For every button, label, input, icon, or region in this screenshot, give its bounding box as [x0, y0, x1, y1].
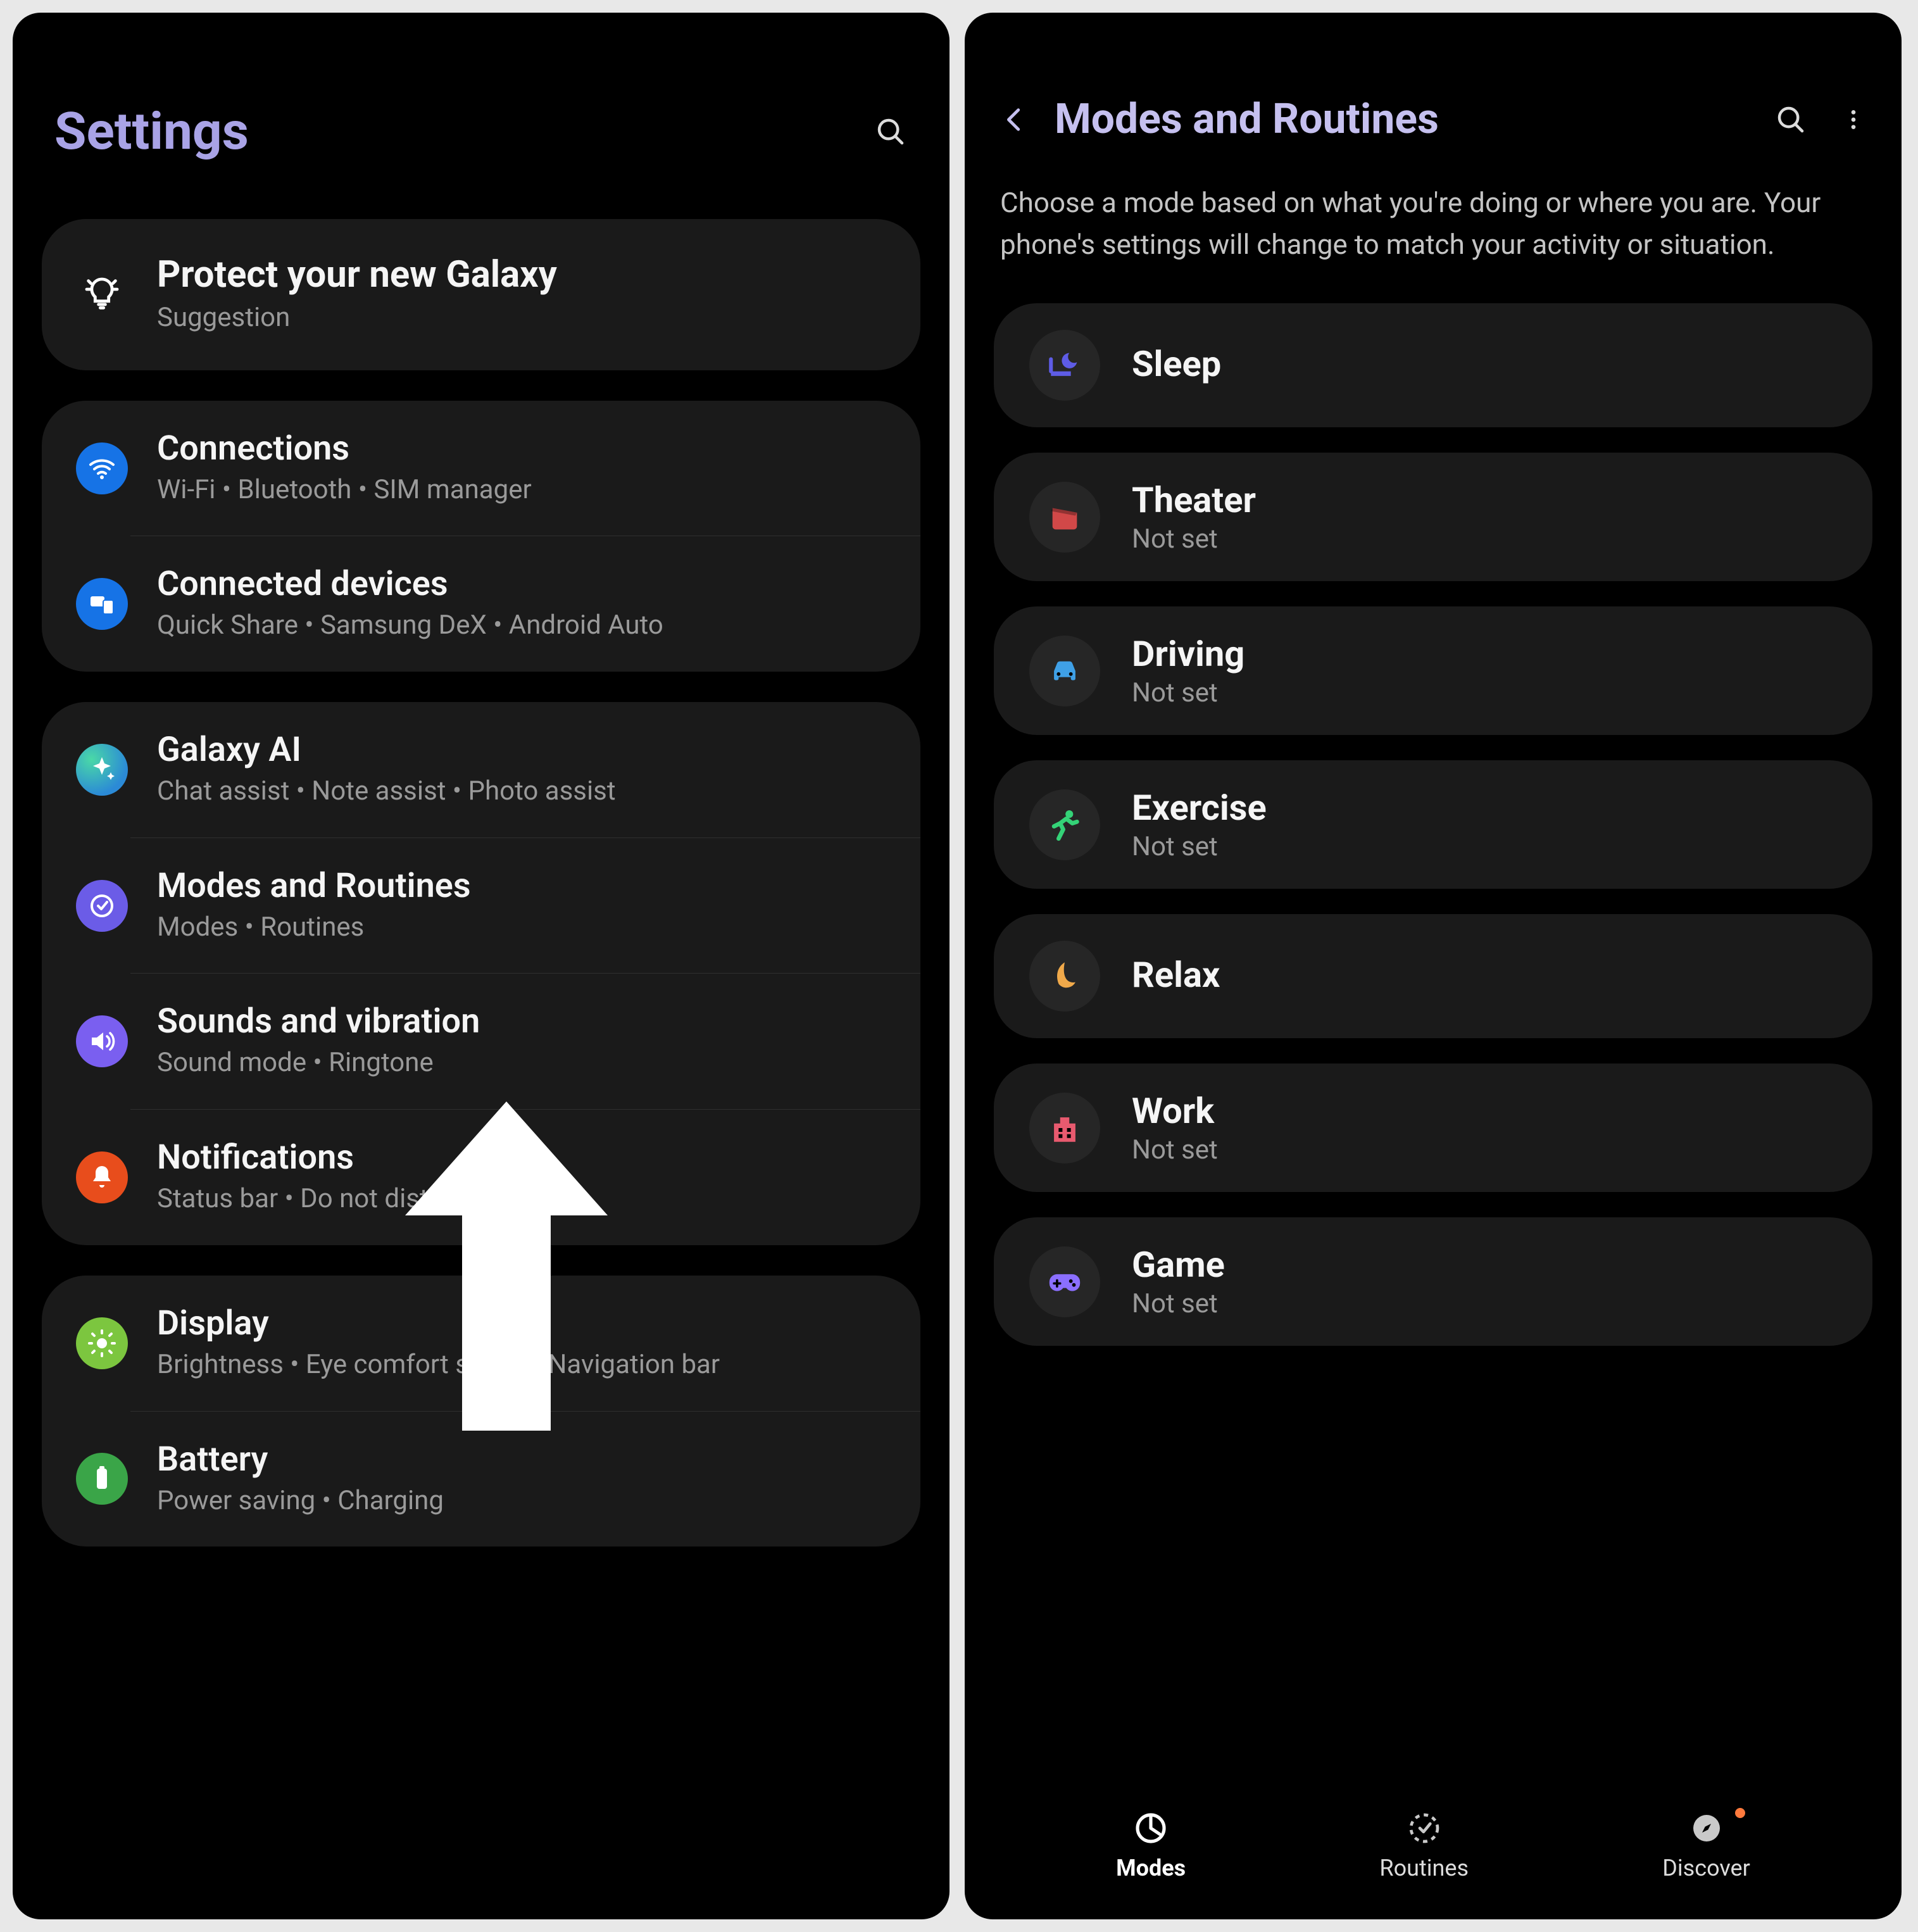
row-subtitle: Power saving • Charging: [157, 1483, 886, 1519]
row-title: Modes and Routines: [157, 866, 886, 906]
row-subtitle: Brightness • Eye comfort shield • Naviga…: [157, 1347, 886, 1383]
sparkle-icon: [76, 744, 128, 796]
settings-screen: Settings Protect your new Galaxy Suggest…: [13, 13, 950, 1919]
mode-item-relax[interactable]: Relax: [994, 914, 1872, 1038]
nav-label: Modes: [1116, 1855, 1186, 1881]
mode-subtitle: Not set: [1132, 831, 1837, 862]
settings-row-notifications[interactable]: Notifications Status bar • Do not distur…: [42, 1110, 920, 1245]
mode-title: Exercise: [1132, 787, 1837, 829]
modes-description: Choose a mode based on what you're doing…: [994, 182, 1872, 303]
mode-item-work[interactable]: Work Not set: [994, 1063, 1872, 1192]
settings-row-sounds[interactable]: Sounds and vibration Sound mode • Ringto…: [42, 974, 920, 1109]
mode-item-sleep[interactable]: Sleep: [994, 303, 1872, 427]
settings-row-battery[interactable]: Battery Power saving • Charging: [42, 1412, 920, 1547]
devices-icon: [76, 578, 128, 630]
bottom-nav: Modes Routines Discover: [994, 1791, 1872, 1919]
display-icon: [76, 1317, 128, 1369]
mode-item-theater[interactable]: Theater Not set: [994, 453, 1872, 581]
settings-row-galaxy-ai[interactable]: Galaxy AI Chat assist • Note assist • Ph…: [42, 702, 920, 837]
exercise-icon: [1029, 789, 1100, 860]
mode-title: Game: [1132, 1244, 1837, 1286]
more-icon[interactable]: [1841, 103, 1866, 137]
nav-tab-modes[interactable]: Modes: [1116, 1810, 1186, 1881]
settings-row-display[interactable]: Display Brightness • Eye comfort shield …: [42, 1276, 920, 1411]
work-icon: [1029, 1093, 1100, 1164]
nav-tab-discover[interactable]: Discover: [1662, 1810, 1750, 1881]
nav-modes-icon: [1133, 1810, 1169, 1846]
settings-header: Settings: [42, 13, 920, 219]
mode-title: Relax: [1132, 954, 1837, 996]
mode-item-driving[interactable]: Driving Not set: [994, 606, 1872, 735]
mode-title: Theater: [1132, 479, 1837, 521]
theater-icon: [1029, 482, 1100, 553]
mode-subtitle: Not set: [1132, 524, 1837, 555]
row-title: Galaxy AI: [157, 730, 886, 770]
row-subtitle: Chat assist • Note assist • Photo assist: [157, 774, 886, 810]
nav-discover-icon: [1689, 1810, 1724, 1846]
row-title: Connections: [157, 429, 886, 468]
row-title: Display: [157, 1303, 886, 1343]
settings-row-modes-routines[interactable]: Modes and Routines Modes • Routines: [42, 838, 920, 974]
row-subtitle: Wi-Fi • Bluetooth • SIM manager: [157, 472, 886, 508]
mode-subtitle: Not set: [1132, 1134, 1837, 1165]
settings-row-connected-devices[interactable]: Connected devices Quick Share • Samsung …: [42, 536, 920, 672]
relax-icon: [1029, 941, 1100, 1012]
nav-label: Discover: [1662, 1855, 1750, 1881]
page-title: Modes and Routines: [1055, 95, 1748, 144]
row-subtitle: Quick Share • Samsung DeX • Android Auto: [157, 608, 886, 644]
row-subtitle: Modes • Routines: [157, 910, 886, 946]
modes-header: Modes and Routines: [994, 13, 1872, 182]
back-icon[interactable]: [1000, 105, 1029, 134]
battery-icon: [76, 1453, 128, 1505]
search-icon[interactable]: [1774, 103, 1808, 137]
settings-row-connections[interactable]: Connections Wi-Fi • Bluetooth • SIM mana…: [42, 401, 920, 536]
search-icon[interactable]: [874, 115, 908, 149]
mode-item-exercise[interactable]: Exercise Not set: [994, 760, 1872, 889]
suggestion-card[interactable]: Protect your new Galaxy Suggestion: [42, 219, 920, 370]
notification-dot: [1735, 1808, 1745, 1818]
mode-title: Driving: [1132, 633, 1837, 675]
suggestion-title: Protect your new Galaxy: [157, 253, 886, 296]
row-subtitle: Status bar • Do not disturb: [157, 1181, 886, 1217]
nav-label: Routines: [1379, 1855, 1469, 1881]
settings-group-ai: Galaxy AI Chat assist • Note assist • Ph…: [42, 702, 920, 1245]
nav-tab-routines[interactable]: Routines: [1379, 1810, 1469, 1881]
wifi-icon: [76, 442, 128, 494]
row-title: Sounds and vibration: [157, 1001, 886, 1041]
row-title: Battery: [157, 1440, 886, 1479]
sleep-icon: [1029, 330, 1100, 401]
sound-icon: [76, 1015, 128, 1067]
settings-group-connections: Connections Wi-Fi • Bluetooth • SIM mana…: [42, 401, 920, 672]
mode-title: Work: [1132, 1090, 1837, 1132]
nav-routines-icon: [1407, 1810, 1442, 1846]
routines-icon: [76, 880, 128, 932]
settings-group-display: Display Brightness • Eye comfort shield …: [42, 1276, 920, 1546]
row-subtitle: Sound mode • Ringtone: [157, 1045, 886, 1081]
modes-screen: Modes and Routines Choose a mode based o…: [965, 13, 1902, 1919]
modes-list: Sleep Theater Not set Driving Not set: [994, 303, 1872, 1371]
bell-icon: [76, 1151, 128, 1203]
mode-title: Sleep: [1132, 343, 1837, 385]
mode-subtitle: Not set: [1132, 1288, 1837, 1319]
row-title: Notifications: [157, 1138, 886, 1177]
game-icon: [1029, 1246, 1100, 1317]
driving-icon: [1029, 636, 1100, 706]
mode-item-game[interactable]: Game Not set: [994, 1217, 1872, 1346]
page-title: Settings: [54, 101, 249, 162]
row-title: Connected devices: [157, 564, 886, 604]
mode-subtitle: Not set: [1132, 677, 1837, 708]
lightbulb-icon: [76, 268, 128, 320]
suggestion-subtitle: Suggestion: [157, 300, 886, 336]
